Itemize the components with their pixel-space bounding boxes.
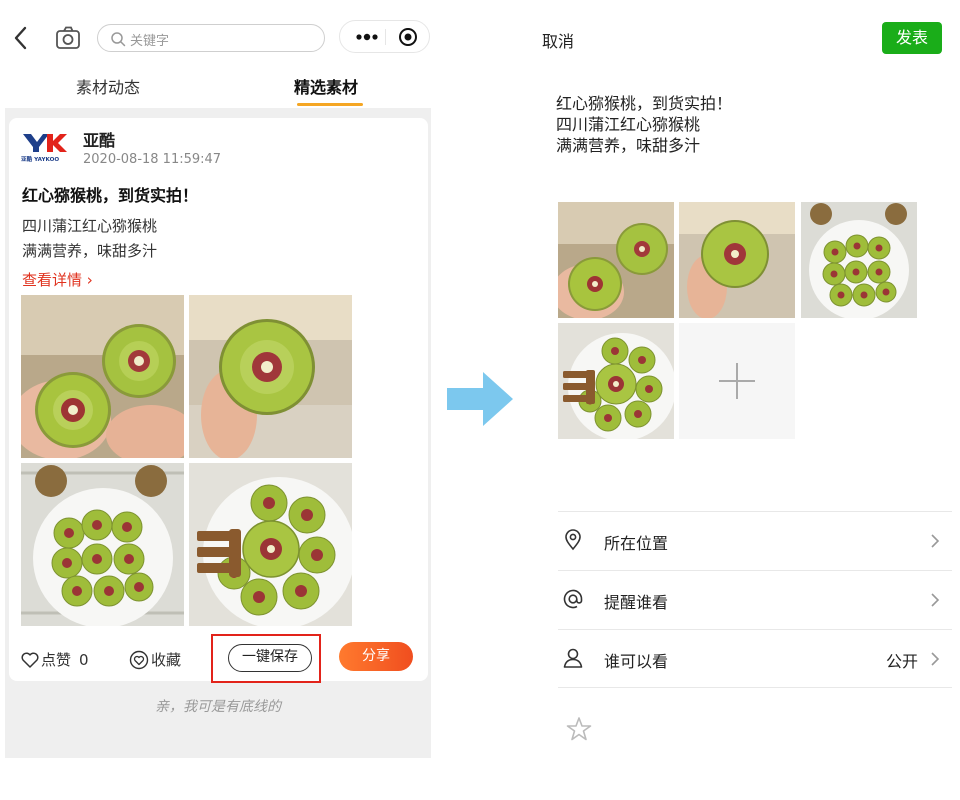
remind-who-row[interactable]: 提醒谁看 — [558, 571, 952, 629]
attached-photo[interactable] — [558, 323, 674, 439]
author-name: 亚酷 — [83, 131, 116, 150]
tab-bar: 素材动态 精选素材 — [0, 70, 435, 108]
location-pin-icon — [565, 529, 581, 551]
row-label: 提醒谁看 — [604, 593, 669, 612]
kiwi-photo[interactable] — [189, 295, 352, 458]
at-icon — [563, 589, 583, 609]
brand-logo: 亚酷 YAYKOO — [21, 134, 67, 163]
row-value: 公开 — [885, 652, 918, 671]
right-arrow-icon — [447, 372, 513, 426]
search-icon — [111, 32, 126, 47]
like-label: 点赞 — [41, 651, 72, 669]
person-icon — [563, 648, 583, 668]
publish-button[interactable]: 发表 — [882, 22, 942, 54]
attached-photo[interactable] — [558, 202, 674, 318]
row-label: 所在位置 — [604, 534, 669, 553]
back-arrow-icon[interactable] — [10, 24, 32, 52]
add-photo-button[interactable] — [679, 323, 795, 439]
post-text-line: 满满营养，味甜多汁 — [22, 242, 158, 260]
post-actions: 点赞 0 收藏 一键保存 分享 — [9, 631, 428, 683]
right-phone-screen: 取消 发表 红心猕猴桃，到货实拍！ 四川蒲江红心猕猴桃 满满营养，味甜多汁 所在… — [530, 0, 960, 800]
end-of-list-note: 亲，我可是有底线的 — [155, 699, 281, 715]
row-label: 谁可以看 — [604, 652, 669, 671]
left-phone-screen: 关键字 素材动态 精选素材 亚酷 YAYKOO 亚酷 2020-08-18 11… — [0, 0, 435, 800]
post-date: 2020-08-18 11:59:47 — [83, 152, 222, 167]
search-input[interactable]: 关键字 — [97, 24, 325, 52]
heart-icon — [21, 652, 39, 668]
location-row[interactable]: 所在位置 — [558, 512, 952, 570]
visibility-row[interactable]: 谁可以看 公开 — [558, 630, 952, 688]
active-tab-indicator — [297, 103, 363, 106]
chevron-right-icon — [931, 593, 940, 607]
cancel-button[interactable]: 取消 — [542, 28, 574, 52]
kiwi-photo[interactable] — [21, 463, 184, 626]
top-bar: 关键字 — [0, 0, 435, 70]
camera-icon[interactable] — [54, 24, 82, 52]
moment-text-line[interactable]: 满满营养，味甜多汁 — [556, 132, 700, 156]
mini-program-capsule — [339, 20, 430, 53]
view-details-link[interactable]: 查看详情 › — [22, 269, 93, 290]
plus-icon — [719, 363, 755, 399]
close-circle-icon[interactable] — [398, 27, 418, 47]
one-click-save-button[interactable]: 一键保存 — [228, 644, 312, 672]
tab-material-updates[interactable]: 素材动态 — [76, 74, 140, 98]
post-text-line: 四川蒲江红心猕猴桃 — [22, 217, 158, 235]
favorite-label: 收藏 — [151, 651, 182, 669]
star-icon[interactable] — [566, 716, 592, 742]
favorite-button[interactable]: 收藏 — [129, 649, 181, 670]
kiwi-photo[interactable] — [21, 295, 184, 458]
attached-photo[interactable] — [679, 202, 795, 318]
like-count: 0 — [79, 650, 89, 669]
kiwi-photo[interactable] — [189, 463, 352, 626]
post-title: 红心猕猴桃，到货实拍！ — [22, 186, 199, 205]
attached-photo[interactable] — [801, 202, 917, 318]
tab-featured-materials[interactable]: 精选素材 — [294, 74, 358, 98]
svg-text:亚酷 YAYKOO: 亚酷 YAYKOO — [21, 155, 59, 163]
more-dots-icon[interactable] — [354, 30, 380, 44]
divider — [558, 687, 952, 688]
chevron-right-icon — [931, 534, 940, 548]
chevron-right-icon — [931, 652, 940, 666]
capsule-divider — [385, 29, 386, 45]
like-button[interactable]: 点赞 0 — [21, 649, 89, 670]
feed-area: 亚酷 YAYKOO 亚酷 2020-08-18 11:59:47 红心猕猴桃，到… — [5, 108, 431, 758]
share-button[interactable]: 分享 — [339, 642, 413, 671]
search-placeholder: 关键字 — [130, 34, 170, 49]
post-card: 亚酷 YAYKOO 亚酷 2020-08-18 11:59:47 红心猕猴桃，到… — [9, 118, 428, 683]
heart-circle-icon — [129, 650, 149, 669]
